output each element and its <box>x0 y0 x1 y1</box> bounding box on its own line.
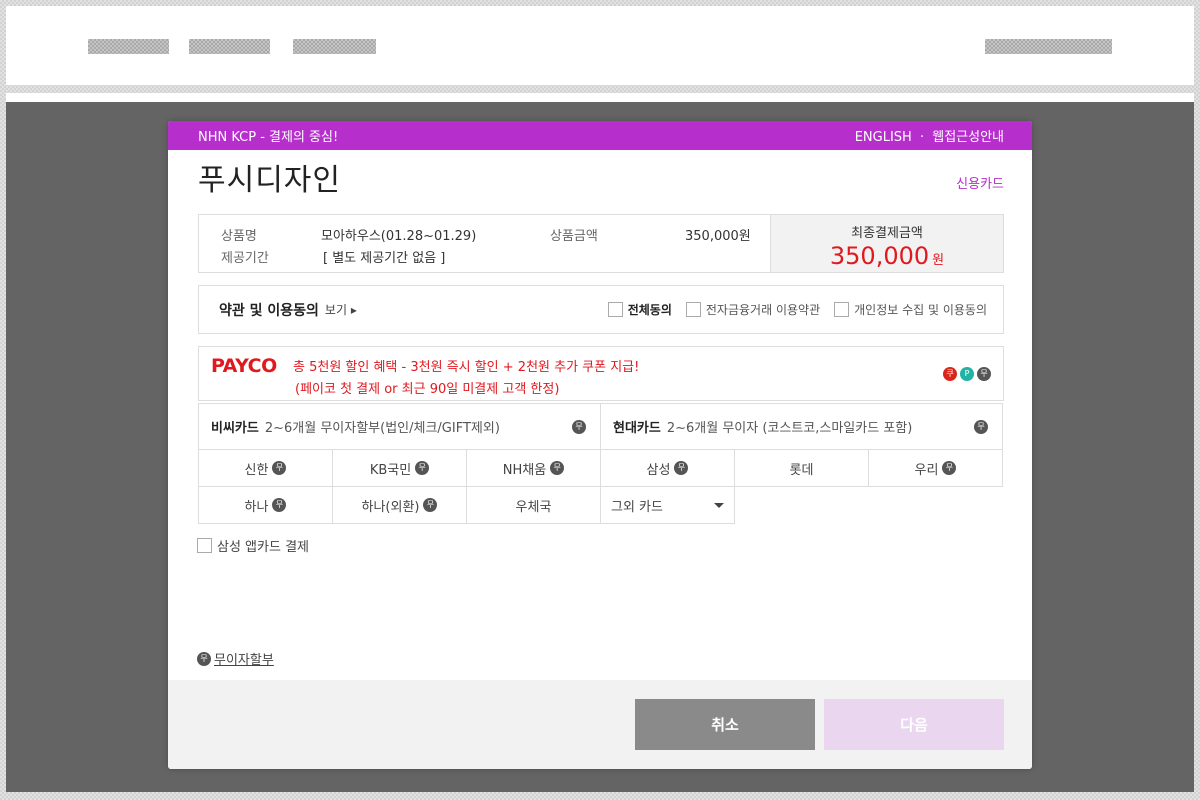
other-card-select[interactable]: 그외 카드 <box>600 486 735 524</box>
payment-modal: NHN KCP - 결제의 중심! ENGLISH · 웹접근성안내 푸시디자인… <box>168 121 1032 769</box>
agree-all-checkbox[interactable]: 전체동의 <box>607 301 672 318</box>
free-installment-badge-icon: 무 <box>572 419 586 434</box>
bc-card-option[interactable]: 비씨카드 2~6개월 무이자할부(법인/체크/GIFT제외) 무 <box>198 403 601 450</box>
final-amount-box: 최종결제금액 350,000 원 <box>770 215 1003 272</box>
terms-title: 약관 및 이용동의 <box>219 302 319 319</box>
free-installment-badge-icon: 무 <box>272 498 287 512</box>
amount-label: 상품금액 <box>550 229 598 244</box>
agree-efinance-box[interactable] <box>685 302 701 317</box>
hyundai-card-option[interactable]: 현대카드 2~6개월 무이자 (코스트코,스마일카드 포함) 무 <box>600 403 1003 450</box>
free-installment-badge-icon: 무 <box>942 461 957 475</box>
point-badge-icon: P <box>960 367 974 381</box>
order-summary: 상품명 모아하우스(01.28~01.29) 제공기간 [ 별도 제공기간 없음… <box>198 214 1004 273</box>
amount-value: 350,000원 <box>685 229 751 244</box>
agree-privacy-label: 개인정보 수집 및 이용동의 <box>854 303 987 317</box>
card-option-hana[interactable]: 하나 무 <box>198 486 333 524</box>
card-name: 우리 <box>914 462 939 478</box>
payco-logo: PAYCO <box>211 355 277 377</box>
promo-card-name: 비씨카드 <box>211 421 259 436</box>
card-name: 하나 <box>244 499 269 515</box>
period-value: [ 별도 제공기간 없음 ] <box>323 251 446 266</box>
free-installment-badge-icon: 무 <box>977 367 991 381</box>
card-option-lotte[interactable]: 롯데 <box>734 449 869 487</box>
free-installment-badge-icon: 무 <box>974 419 988 434</box>
card-name: KB국민 <box>369 462 412 478</box>
brand-tagline: NHN KCP - 결제의 중심! <box>198 130 339 145</box>
payco-benefit-icons: 쿠 P 무 <box>943 367 991 381</box>
next-button[interactable]: 다음 <box>824 699 1004 750</box>
agree-all-label: 전체동의 <box>627 303 672 317</box>
period-label: 제공기간 <box>221 251 269 266</box>
free-installment-badge-icon: 무 <box>415 461 430 475</box>
cancel-button[interactable]: 취소 <box>635 699 815 750</box>
final-amount-label: 최종결제금액 <box>851 226 923 241</box>
promo-card-desc: 2~6개월 무이자할부(법인/체크/GIFT제외) <box>264 421 500 436</box>
card-name: 우체국 <box>515 499 552 515</box>
card-option-woori[interactable]: 우리 무 <box>868 449 1003 487</box>
card-option-kb[interactable]: KB국민 무 <box>332 449 467 487</box>
card-option-nh[interactable]: NH채움 무 <box>466 449 601 487</box>
payco-promo-condition: (페이코 첫 결제 or 최근 90일 미결제 고객 한정) <box>295 382 560 397</box>
card-name: 신한 <box>244 462 269 478</box>
agree-all-box[interactable] <box>607 302 623 317</box>
card-option-hana-keb[interactable]: 하나(외환) 무 <box>332 486 467 524</box>
payco-promo-text: 총 5천원 할인 혜택 - 3천원 즉시 할인 + 2천원 추가 쿠폰 지급! <box>293 360 640 375</box>
free-installment-badge-icon: 무 <box>197 651 211 666</box>
samsung-appcard-label: 삼성 앱카드 결제 <box>217 540 309 555</box>
merchant-name: 푸시디자인 <box>198 163 341 198</box>
free-installment-badge-icon: 무 <box>423 498 438 512</box>
site-strip <box>6 93 1194 102</box>
free-installment-badge-icon: 무 <box>674 461 689 475</box>
agree-privacy-checkbox[interactable]: 개인정보 수집 및 이용동의 <box>834 301 987 318</box>
card-option-shinhan[interactable]: 신한 무 <box>198 449 333 487</box>
card-option-epost[interactable]: 우체국 <box>466 486 601 524</box>
payment-method-label: 신용카드 <box>956 177 1004 192</box>
card-row-2: 하나 무 하나(외환) 무 우체국 그외 카드 <box>198 486 1002 524</box>
final-amount-unit: 원 <box>932 253 945 268</box>
final-amount-value: 350,000 <box>829 242 930 270</box>
terms-view-link[interactable]: 보기 ▸ <box>325 301 357 318</box>
link-separator: · <box>919 130 925 145</box>
terms-checkboxes: 전체동의 전자금융거래 이용약관 개인정보 수집 및 이용동의 <box>594 301 987 318</box>
product-value: 모아하우스(01.28~01.29) <box>321 229 477 244</box>
card-option-samsung[interactable]: 삼성 무 <box>600 449 735 487</box>
free-installment-badge-icon: 무 <box>272 461 287 475</box>
terms-section: 약관 및 이용동의 보기 ▸ 전체동의 전자금융거래 이용약관 개인정보 수집 … <box>198 285 1004 334</box>
free-installment-badge-icon: 무 <box>550 461 565 475</box>
card-name: NH채움 <box>502 462 547 478</box>
order-details: 상품명 모아하우스(01.28~01.29) 제공기간 [ 별도 제공기간 없음… <box>199 215 770 272</box>
promo-card-row: 비씨카드 2~6개월 무이자할부(법인/체크/GIFT제외) 무 현대카드 2~… <box>198 403 1003 450</box>
card-selection: 비씨카드 2~6개월 무이자할부(법인/체크/GIFT제외) 무 현대카드 2~… <box>198 403 1003 524</box>
modal-topbar: NHN KCP - 결제의 중심! ENGLISH · 웹접근성안내 <box>168 121 1032 150</box>
merchant-row: 푸시디자인 신용카드 <box>198 155 1004 203</box>
nav-placeholder-2 <box>189 39 270 54</box>
site-header <box>6 6 1194 85</box>
english-link[interactable]: ENGLISH <box>855 130 912 145</box>
promo-card-desc: 2~6개월 무이자 (코스트코,스마일카드 포함) <box>666 421 913 436</box>
nav-placeholder-right <box>985 39 1112 54</box>
card-name: 롯데 <box>789 462 814 478</box>
modal-footer: 취소 다음 <box>168 680 1032 769</box>
payco-promo-button[interactable]: PAYCO 총 5천원 할인 혜택 - 3천원 즉시 할인 + 2천원 추가 쿠… <box>198 346 1004 401</box>
samsung-appcard-box[interactable] <box>197 538 212 553</box>
card-name: 삼성 <box>646 462 671 478</box>
promo-card-name: 현대카드 <box>613 421 661 436</box>
coupon-badge-icon: 쿠 <box>943 367 957 381</box>
samsung-appcard-checkbox[interactable]: 삼성 앱카드 결제 <box>197 536 309 555</box>
chevron-down-icon <box>714 502 724 508</box>
agree-privacy-box[interactable] <box>834 302 850 317</box>
installment-info: 무 무이자할부 <box>197 649 274 668</box>
agree-efinance-checkbox[interactable]: 전자금융거래 이용약관 <box>685 301 821 318</box>
agree-efinance-label: 전자금융거래 이용약관 <box>705 303 821 317</box>
nav-placeholder-3 <box>293 39 376 54</box>
accessibility-link[interactable]: 웹접근성안내 <box>932 130 1004 145</box>
card-name: 하나(외환) <box>361 499 420 515</box>
other-card-select-value: 그외 카드 <box>611 499 663 515</box>
final-amount: 350,000 원 <box>771 242 1003 270</box>
card-row-1: 신한 무 KB국민 무 NH채움 무 삼성 무 롯데 우리 무 <box>198 449 1003 487</box>
product-label: 상품명 <box>221 229 257 244</box>
installment-info-link[interactable]: 무이자할부 <box>214 649 274 668</box>
nav-placeholder-1 <box>88 39 169 54</box>
topbar-links: ENGLISH · 웹접근성안내 <box>851 126 1004 145</box>
